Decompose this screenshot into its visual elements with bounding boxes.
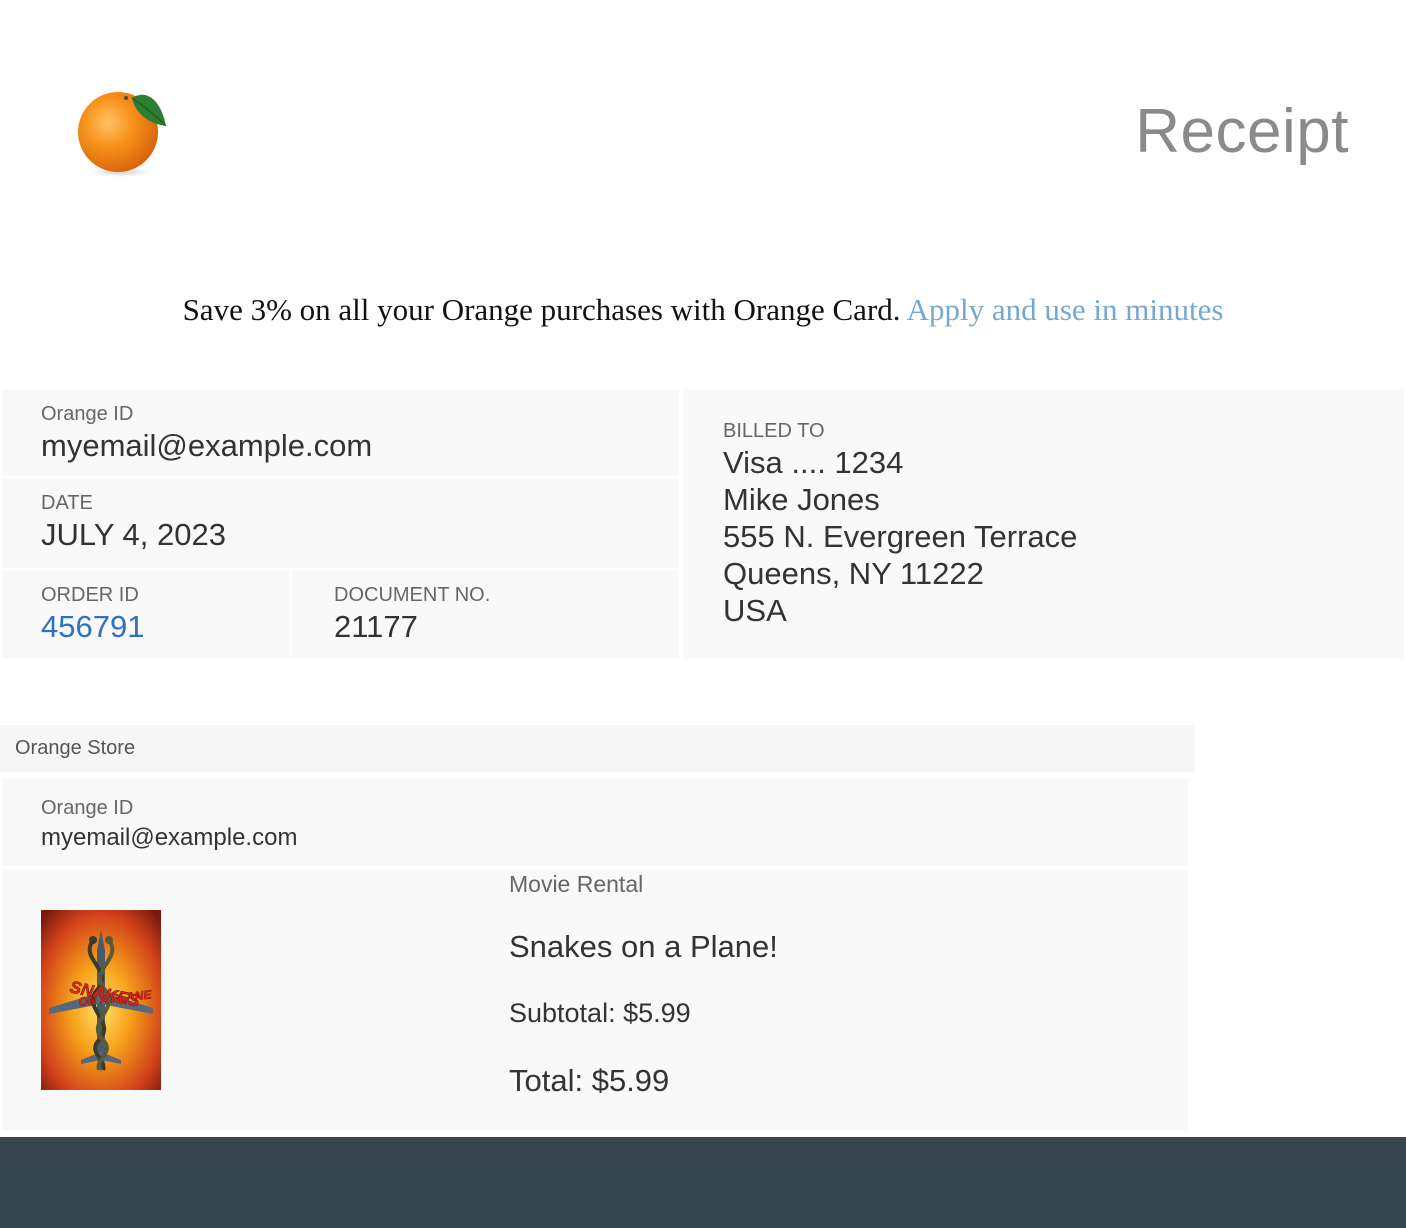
store-orange-id-cell: Orange ID myemail@example.com xyxy=(2,778,1188,866)
item-subtotal: Subtotal: $5.99 xyxy=(509,998,691,1028)
billing-address: Visa .... 1234 Mike Jones 555 N. Evergre… xyxy=(723,444,1404,629)
date-cell: DATE JULY 4, 2023 xyxy=(2,478,679,568)
store-orange-id-value: myemail@example.com xyxy=(41,824,298,851)
order-id-cell: ORDER ID 456791 xyxy=(2,570,290,659)
line-item: SNAKES ON A PLANE Movie Rental Snakes on… xyxy=(2,869,1188,1131)
order-id-link[interactable]: 456791 xyxy=(41,609,290,645)
item-name: Snakes on a Plane! xyxy=(509,929,778,964)
billing-street: 555 N. Evergreen Terrace xyxy=(723,519,1078,554)
item-total: Total: $5.99 xyxy=(509,1063,670,1098)
receipt-info-grid: Orange ID myemail@example.com DATE JULY … xyxy=(0,389,1406,659)
item-type: Movie Rental xyxy=(509,871,644,897)
document-no-value: 21177 xyxy=(334,609,418,644)
promo-banner: Save 3% on all your Orange purchases wit… xyxy=(0,292,1406,328)
order-id-label: ORDER ID xyxy=(41,584,139,606)
promo-text: Save 3% on all your Orange purchases wit… xyxy=(182,292,901,327)
billed-to-cell: BILLED TO Visa .... 1234 Mike Jones 555 … xyxy=(683,389,1404,659)
receipt-page: Receipt Save 3% on all your Orange purch… xyxy=(0,0,1406,1228)
orange-id-value: myemail@example.com xyxy=(41,428,373,463)
orange-id-label: Orange ID xyxy=(41,403,134,425)
movie-poster-image[interactable]: SNAKES ON A PLANE xyxy=(41,910,161,1090)
orange-id-cell: Orange ID myemail@example.com xyxy=(2,389,679,476)
billing-name: Mike Jones xyxy=(723,482,880,517)
billing-country: USA xyxy=(723,593,787,628)
date-label: DATE xyxy=(41,492,93,514)
apply-orange-card-link[interactable]: Apply and use in minutes xyxy=(907,292,1224,327)
date-value: JULY 4, 2023 xyxy=(41,517,226,552)
document-no-cell: DOCUMENT NO. 21177 xyxy=(292,570,679,659)
billing-card: Visa .... 1234 xyxy=(723,445,904,480)
receipt-title: Receipt xyxy=(1135,97,1349,166)
billed-to-label: BILLED TO xyxy=(723,420,825,442)
billing-city: Queens, NY 11222 xyxy=(723,556,984,591)
footer-bar xyxy=(0,1137,1406,1228)
orange-fruit-icon xyxy=(78,92,167,177)
document-no-label: DOCUMENT NO. xyxy=(334,584,491,606)
store-header: Orange Store xyxy=(0,725,1195,772)
store-orange-id-label: Orange ID xyxy=(41,797,134,819)
